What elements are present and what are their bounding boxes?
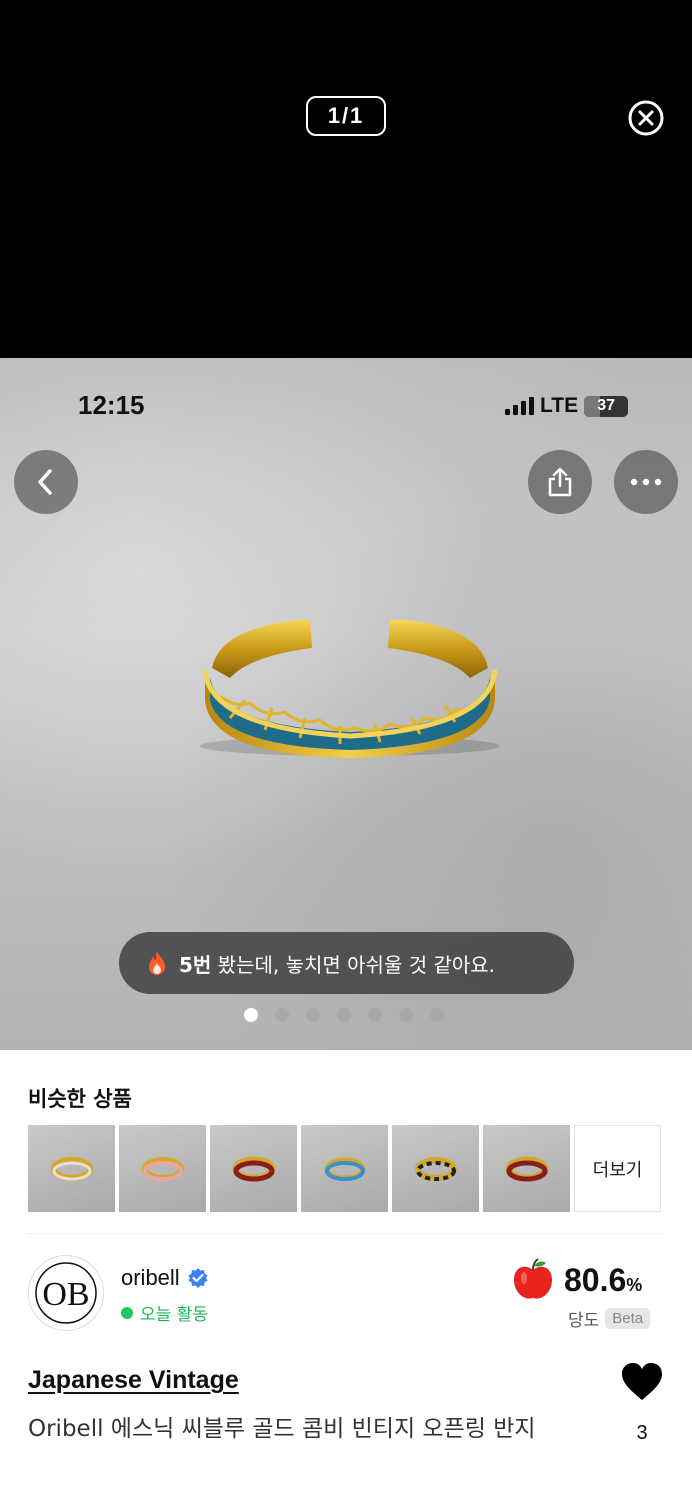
like-count: 3 — [636, 1422, 648, 1444]
more-options-button[interactable] — [614, 450, 678, 514]
close-icon[interactable] — [627, 99, 665, 137]
ring-thumbnail — [50, 1156, 93, 1181]
carousel-dot[interactable] — [275, 1008, 289, 1022]
similar-product-thumb[interactable] — [483, 1125, 570, 1212]
ring-image — [200, 620, 500, 758]
score-value: 80.6 — [564, 1261, 627, 1298]
see-more-button[interactable]: 더보기 — [574, 1125, 661, 1212]
ring-thumbnail — [232, 1156, 275, 1181]
status-time: 12:15 — [78, 390, 145, 420]
product-title: Oribell 에스닉 씨블루 골드 콤비 빈티지 오픈링 반지 — [28, 1416, 536, 1442]
seller-name-row[interactable]: oribell — [121, 1265, 209, 1291]
similar-product-thumb[interactable] — [210, 1125, 297, 1212]
apple-icon — [514, 1258, 552, 1299]
ring-thumbnail — [141, 1156, 184, 1181]
similar-product-thumb[interactable] — [119, 1125, 206, 1212]
sweetness-score[interactable]: 80.6% — [510, 1258, 642, 1302]
signal-icon — [505, 397, 534, 415]
toast-message: 5번 봤는데, 놓치면 아쉬울 것 같아요. — [179, 949, 495, 978]
viewer-top-bar: 1/1 — [0, 0, 692, 358]
network-label: LTE — [540, 394, 579, 417]
carousel-dot[interactable] — [399, 1008, 413, 1022]
score-unit: % — [626, 1274, 643, 1295]
verified-icon — [188, 1268, 208, 1288]
ring-thumbnail — [324, 1157, 365, 1181]
status-indicators: LTE 37 — [505, 394, 629, 418]
screenshot: 12:15 LTE 37 5번 봤는데, 놓치면 아쉬울 것 같아요. 비슷한 … — [0, 358, 692, 1500]
share-icon — [548, 467, 572, 497]
activity-label: 오늘 활동 — [140, 1305, 208, 1325]
brand-link[interactable]: Japanese Vintage — [28, 1366, 239, 1395]
fire-icon — [149, 951, 165, 975]
seller-logo: OB — [35, 1262, 97, 1324]
similar-product-thumb[interactable] — [28, 1125, 115, 1212]
similar-product-thumb[interactable] — [392, 1125, 479, 1212]
beta-badge: Beta — [605, 1308, 651, 1329]
views-toast: 5번 봤는데, 놓치면 아쉬울 것 같아요. — [119, 932, 574, 994]
image-counter: 1/1 — [306, 96, 386, 136]
carousel-dot[interactable] — [244, 1008, 258, 1022]
ring-thumbnail — [414, 1156, 457, 1181]
sweetness-label-row: 당도 Beta — [568, 1306, 651, 1331]
battery-icon: 37 — [584, 395, 629, 417]
more-horizontal-icon — [630, 478, 662, 486]
seller-logo-text: OB — [42, 1276, 89, 1313]
carousel-dot[interactable] — [368, 1008, 382, 1022]
seller-name[interactable]: oribell — [121, 1265, 180, 1291]
carousel-dot[interactable] — [337, 1008, 351, 1022]
chevron-left-icon — [38, 469, 52, 495]
similar-products-list: 더보기 — [28, 1125, 661, 1212]
score-value-row: 80.6% — [564, 1262, 642, 1299]
ring-thumbnail — [505, 1156, 548, 1181]
similar-products-title: 비슷한 상품 — [28, 1087, 132, 1111]
back-button[interactable] — [14, 450, 78, 514]
heart-icon[interactable] — [620, 1362, 664, 1402]
activity-status: 오늘 활동 — [121, 1300, 208, 1325]
carousel-dot[interactable] — [306, 1008, 320, 1022]
divider — [28, 1233, 664, 1234]
online-dot-icon — [121, 1306, 133, 1319]
seller-avatar[interactable]: OB — [28, 1255, 104, 1331]
share-button[interactable] — [528, 450, 592, 514]
similar-product-thumb[interactable] — [301, 1125, 388, 1212]
toast-count: 5번 — [179, 952, 212, 977]
battery-level: 37 — [597, 397, 615, 414]
toast-text: 봤는데, 놓치면 아쉬울 것 같아요. — [211, 952, 496, 977]
carousel-dot[interactable] — [430, 1008, 444, 1022]
carousel-dots — [244, 1008, 444, 1022]
sweetness-label: 당도 — [568, 1311, 600, 1331]
product-photo[interactable]: 12:15 LTE 37 5번 봤는데, 놓치면 아쉬울 것 같아요. — [0, 358, 692, 1050]
